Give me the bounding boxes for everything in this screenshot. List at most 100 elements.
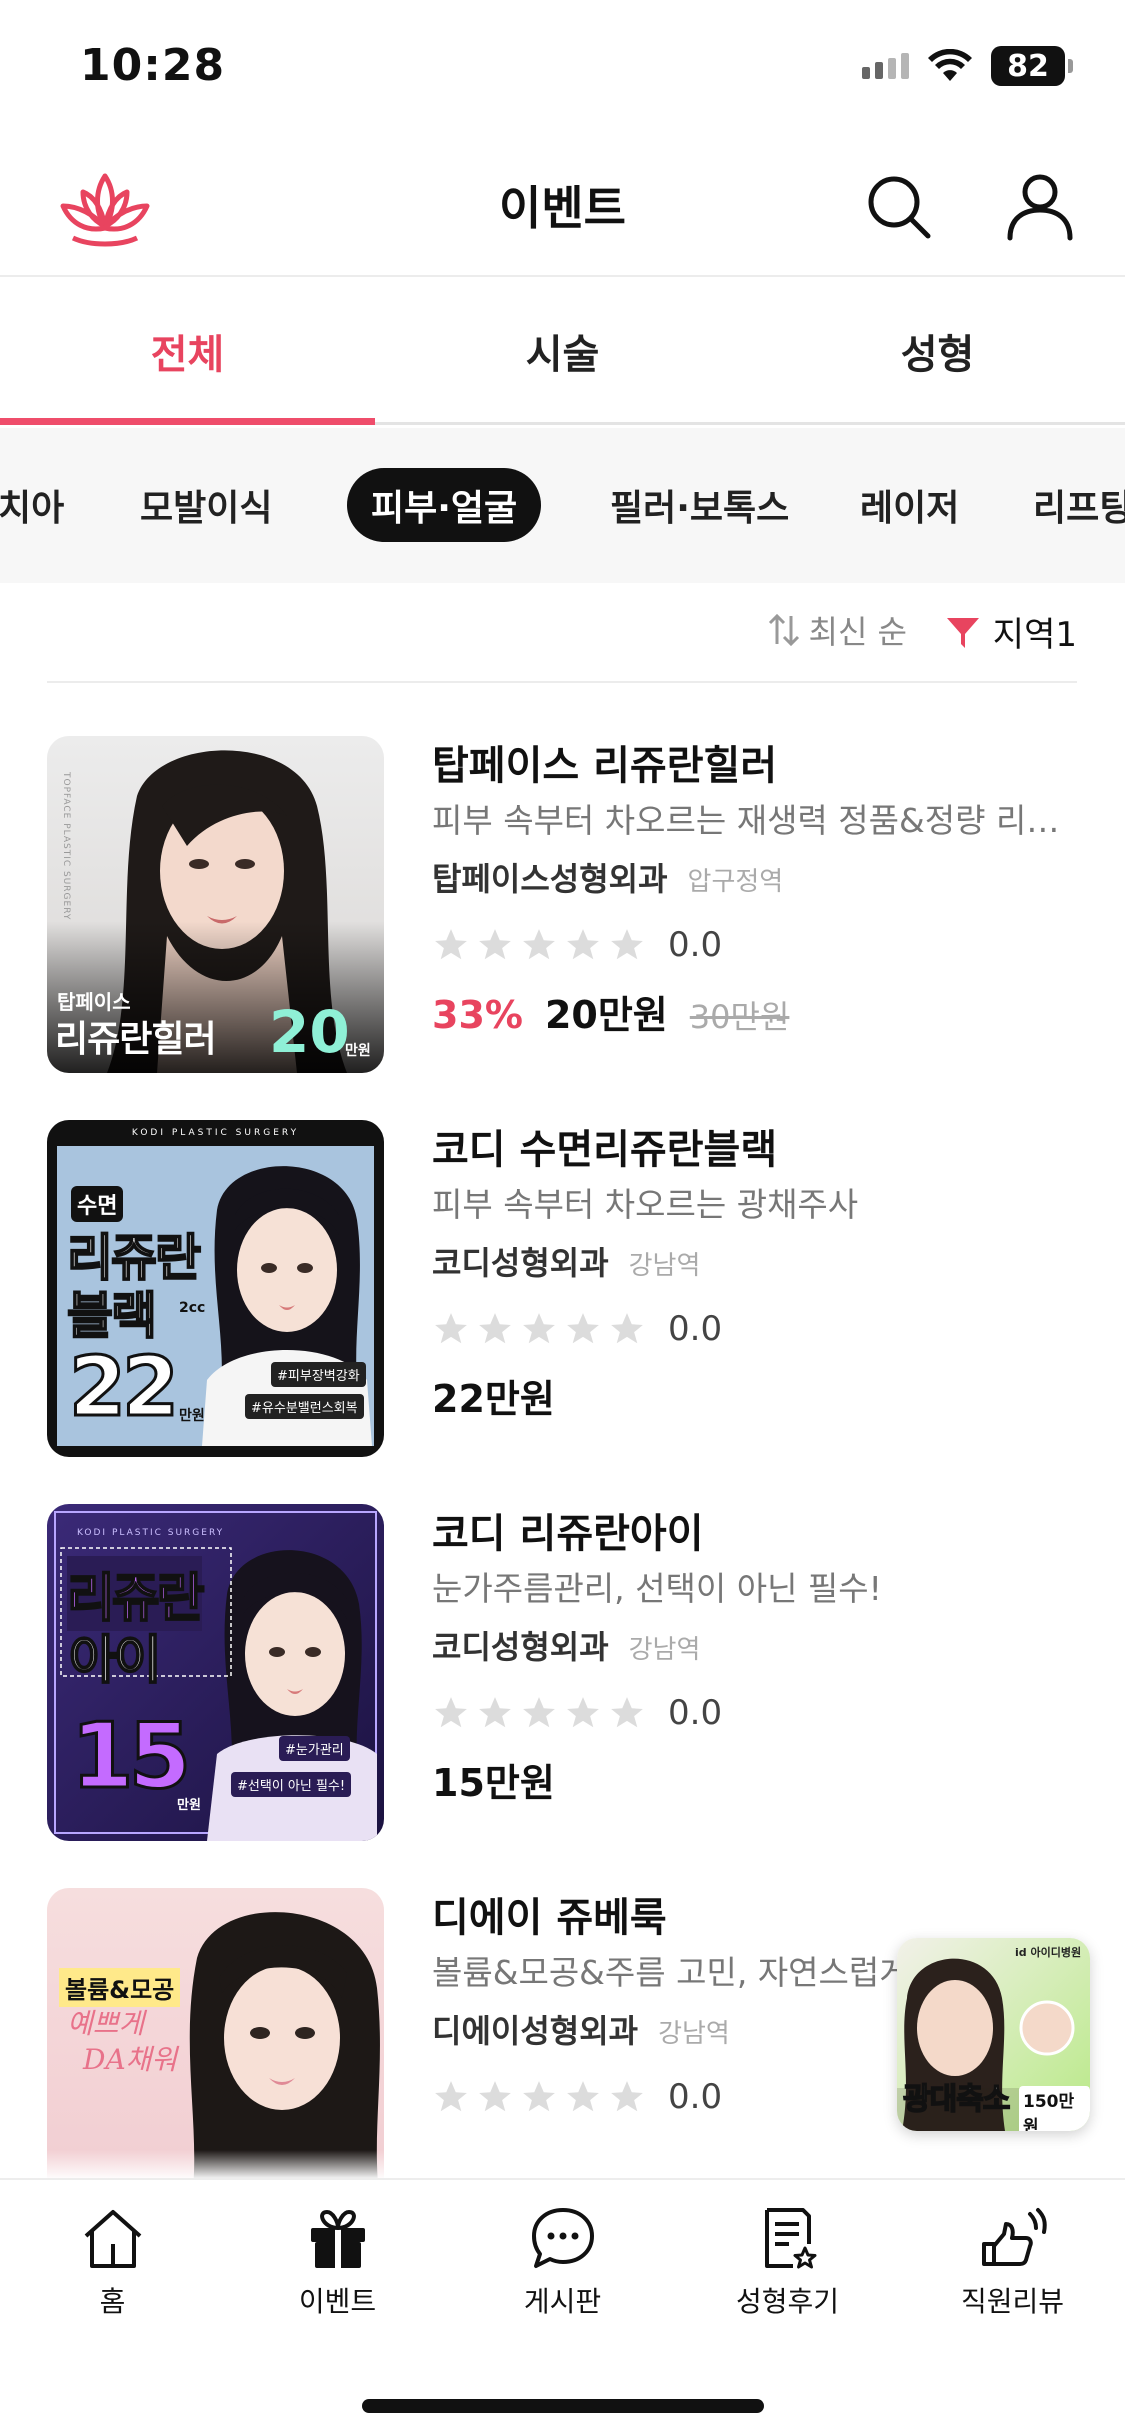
- rating-value: 0.0: [668, 1309, 723, 1349]
- home-indicator[interactable]: [362, 2399, 764, 2413]
- event-card[interactable]: KODI PLASTIC SURGERY 리쥬란 아이 15 만원 #눈가관리 …: [47, 1468, 1077, 1841]
- hospital-name: 디에이성형외과: [432, 2012, 639, 2050]
- page-title: 이벤트: [499, 181, 626, 235]
- status-icons: 82: [862, 46, 1073, 86]
- star-icon: [567, 2081, 599, 2112]
- thumb-line2: 블랙: [66, 1286, 158, 1346]
- star-icon: [611, 2081, 643, 2112]
- thumb-hashtag: #눈가관리: [279, 1736, 350, 1761]
- thumb-product: 리쥬란힐러: [55, 1019, 217, 1060]
- price-row: 15만원: [432, 1752, 1082, 1807]
- star-icon: [479, 1697, 511, 1728]
- nav-event[interactable]: 이벤트: [225, 2180, 450, 2340]
- category-chip-teeth[interactable]: 치아: [0, 468, 64, 542]
- event-thumbnail: KODI PLASTIC SURGERY 리쥬란 아이 15 만원 #눈가관리 …: [47, 1504, 384, 1841]
- star-icon: [523, 929, 555, 960]
- user-profile-icon[interactable]: [1000, 166, 1080, 246]
- sort-label: 최신 순: [808, 613, 908, 651]
- category-chip-laser[interactable]: 레이저: [860, 468, 959, 542]
- star-icon: [611, 929, 643, 960]
- star-icon: [435, 1697, 467, 1728]
- event-title: 디에이 쥬베룩: [432, 1895, 667, 1941]
- home-icon: [84, 2210, 141, 2268]
- review-icon: [764, 2208, 816, 2269]
- category-chip-filler-botox[interactable]: 필러·보톡스: [610, 468, 789, 542]
- star-icon: [435, 929, 467, 960]
- battery-indicator: 82: [991, 46, 1073, 86]
- nav-board[interactable]: 게시판: [450, 2180, 675, 2340]
- star-icon: [479, 929, 511, 960]
- rating: 0.0: [432, 1304, 1082, 1354]
- list-fade: [0, 2150, 1125, 2180]
- event-meta: 코디성형외과 강남역: [432, 1238, 1082, 1284]
- sale-price: 20만원: [544, 993, 668, 1037]
- staff-review-icon: [981, 2208, 1047, 2266]
- search-icon[interactable]: [860, 168, 940, 248]
- price-row: 22만원: [432, 1368, 1082, 1423]
- sale-price: 22만원: [432, 1377, 555, 1421]
- thumb-unit: 만원: [345, 1043, 371, 1059]
- star-icon: [523, 2081, 555, 2112]
- filter-funnel-icon: [946, 617, 979, 648]
- price-row: 33% 20만원 30만원: [432, 984, 1082, 1039]
- gift-icon: [310, 2209, 365, 2268]
- thumb-line2: 아이: [68, 1630, 163, 1692]
- thumb-script: 예쁘게: [67, 2007, 145, 2040]
- star-icon: [435, 2081, 467, 2112]
- star-icon: [523, 1697, 555, 1728]
- event-card[interactable]: KODI PLASTIC SURGERY 수면 리쥬란 블랙 2cc 22 만원…: [47, 1084, 1077, 1457]
- thumb-hashtag: #피부장벽강화: [271, 1362, 366, 1387]
- thumb-price: 20: [269, 998, 350, 1066]
- cellular-signal-icon: [862, 53, 909, 79]
- nav-staff-review-label: 직원리뷰: [960, 2285, 1065, 2318]
- ad-brand: id 아이디병원: [1015, 1946, 1082, 1959]
- category-strip[interactable]: 치아 모발이식 피부·얼굴 필러·보톡스 레이저 리프팅: [0, 428, 1125, 583]
- star-icon: [567, 1313, 599, 1344]
- nav-staff-review[interactable]: 직원리뷰: [900, 2180, 1125, 2340]
- category-chip-hair-transplant[interactable]: 모발이식: [140, 468, 272, 542]
- discount-rate: 33%: [432, 993, 523, 1037]
- star-icon: [611, 1697, 643, 1728]
- event-title: 탑페이스 리쥬란힐러: [432, 743, 778, 789]
- thumb-unit: 만원: [179, 1408, 205, 1424]
- nav-home[interactable]: 홈: [0, 2180, 225, 2340]
- star-icon: [479, 1313, 511, 1344]
- event-thumbnail: TOPFACE PLASTIC SURGERY 탑페이스 리쥬란힐러 20 만원: [47, 736, 384, 1073]
- category-chip-skin-face[interactable]: 피부·얼굴: [347, 468, 542, 542]
- nav-event-label: 이벤트: [298, 2285, 377, 2318]
- star-icon: [523, 1313, 555, 1344]
- nav-home-label: 홈: [99, 2285, 126, 2318]
- thumb-hashtag: #선택이 아닌 필수!: [231, 1772, 352, 1797]
- floating-ad-banner[interactable]: id 아이디병원 광대축소 150만원: [897, 1938, 1090, 2131]
- station-name: 강남역: [628, 1251, 701, 1281]
- tab-surgery[interactable]: 성형: [750, 279, 1125, 422]
- star-icon: [611, 1313, 643, 1344]
- event-description: 피부 속부터 차오르는 재생력 정품&정량 리쥬...: [432, 801, 1082, 840]
- thumb-price: 15: [69, 1703, 192, 1811]
- rating-value: 0.0: [668, 1693, 723, 1733]
- sort-button[interactable]: 최신 순: [767, 607, 908, 653]
- thumb-unit: 만원: [177, 1798, 201, 1813]
- thumb-top-text: KODI PLASTIC SURGERY: [77, 1528, 225, 1538]
- main-tabs: 전체 시술 성형: [0, 279, 1125, 425]
- tab-all[interactable]: 전체: [0, 279, 375, 425]
- star-icon: [567, 929, 599, 960]
- event-card[interactable]: TOPFACE PLASTIC SURGERY 탑페이스 리쥬란힐러 20 만원…: [47, 700, 1082, 1073]
- event-info: 코디 리쥬란아이 눈가주름관리, 선택이 아닌 필수! 코디성형외과 강남역 0…: [432, 1508, 1082, 1807]
- ad-title: 광대축소: [902, 2081, 1011, 2118]
- station-name: 강남역: [628, 1635, 701, 1665]
- nav-review[interactable]: 성형후기: [675, 2180, 900, 2340]
- tab-procedure[interactable]: 시술: [375, 279, 750, 422]
- thumb-hashtag: #유수분밸런스회복: [245, 1394, 364, 1419]
- category-chip-lifting[interactable]: 리프팅: [1033, 468, 1125, 542]
- app-header: 이벤트: [0, 140, 1125, 277]
- region-label: 지역1: [992, 615, 1077, 655]
- event-info: 탑페이스 리쥬란힐러 피부 속부터 차오르는 재생력 정품&정량 리쥬... 탑…: [432, 740, 1082, 1039]
- sort-filter-row: 최신 순 지역1: [47, 583, 1077, 683]
- thumb-sub: 2cc: [179, 1300, 206, 1316]
- region-filter-button[interactable]: 지역1: [945, 607, 1077, 656]
- star-icon: [479, 2081, 511, 2112]
- wifi-icon: [928, 49, 972, 81]
- original-price: 30만원: [689, 998, 790, 1036]
- thumb-price: 22: [67, 1339, 180, 1437]
